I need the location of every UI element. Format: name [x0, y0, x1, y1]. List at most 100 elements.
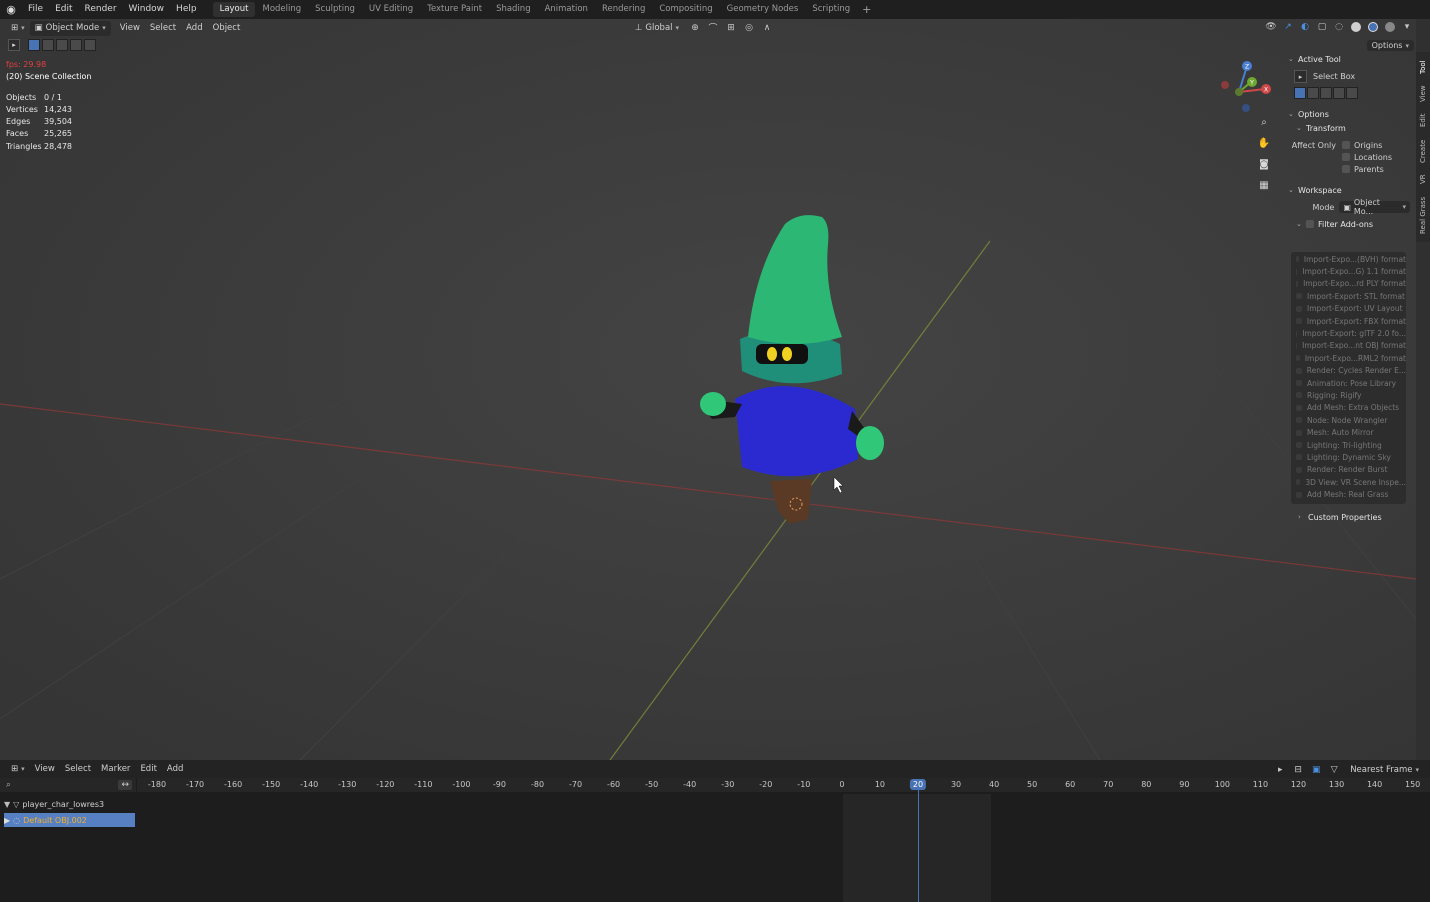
editor-type-button[interactable]: ⊞ ▾	[6, 21, 30, 36]
tab-real-grass[interactable]: Real Grass	[1416, 192, 1430, 238]
tab-sculpting[interactable]: Sculpting	[308, 2, 362, 17]
add-workspace-button[interactable]: +	[857, 3, 876, 16]
3d-viewport[interactable]: ⊞ ▾ ▣ Object Mode ▾ View Select Add Objec…	[0, 19, 1416, 760]
material-shading-icon[interactable]	[1366, 20, 1380, 34]
xray-icon[interactable]: ▢	[1315, 20, 1329, 34]
tool-mode-subtract-icon[interactable]	[1320, 87, 1332, 99]
menu-window[interactable]: Window	[123, 0, 171, 19]
shading-options-icon[interactable]: ▾	[1400, 20, 1414, 34]
addon-item[interactable]: Import-Export: STL format	[1291, 290, 1406, 302]
viewport-menu-add[interactable]: Add	[181, 21, 207, 36]
viewport-menu-object[interactable]: Object	[208, 21, 246, 36]
active-tool-row[interactable]: ▸ Select Box	[1288, 69, 1410, 84]
parents-checkbox[interactable]	[1342, 165, 1350, 173]
menu-render[interactable]: Render	[79, 0, 123, 19]
origins-checkbox[interactable]	[1342, 141, 1350, 149]
tab-uv-editing[interactable]: UV Editing	[362, 2, 420, 17]
tab-texture-paint[interactable]: Texture Paint	[420, 2, 489, 17]
addon-item[interactable]: Import-Export: glTF 2.0 fo...	[1291, 327, 1406, 339]
addon-item[interactable]: Import-Export: UV Layout	[1291, 303, 1406, 315]
tool-mode-invert-icon[interactable]	[1333, 87, 1345, 99]
zoom-icon[interactable]: ⌕	[1256, 115, 1272, 130]
wireframe-shading-icon[interactable]: ◌	[1332, 20, 1346, 34]
timeline-menu-view[interactable]: View	[30, 762, 60, 777]
snap-icon[interactable]: ⌒	[706, 21, 720, 35]
timeline-menu-edit[interactable]: Edit	[135, 762, 161, 777]
search-input[interactable]	[11, 779, 118, 791]
cursor-tool-icon[interactable]: ▸	[1273, 763, 1287, 777]
filter-funnel-icon[interactable]: ▽	[1327, 763, 1341, 777]
viewport-menu-view[interactable]: View	[115, 21, 145, 36]
tool-mode-extend-icon[interactable]	[1307, 87, 1319, 99]
keyframe-filter-icon[interactable]: ⊟	[1291, 763, 1305, 777]
only-selected-icon[interactable]: ▣	[1309, 763, 1323, 777]
channel-sync-icon[interactable]: ↔	[118, 780, 132, 790]
rendered-shading-icon[interactable]	[1383, 20, 1397, 34]
timeline-menu-select[interactable]: Select	[60, 762, 96, 777]
tab-create[interactable]: Create	[1416, 136, 1430, 166]
options-dropdown[interactable]: Options ▾	[1366, 40, 1414, 51]
addon-item[interactable]: Add Mesh: Extra Objects	[1291, 402, 1406, 414]
tree-item-default-obj[interactable]: ▶ ◌ Default OBJ.002	[4, 813, 135, 827]
menu-help[interactable]: Help	[170, 0, 203, 19]
tab-shading[interactable]: Shading	[489, 2, 538, 17]
addon-item[interactable]: Import-Expo...rd PLY format	[1291, 278, 1406, 290]
timeline-editor-type-button[interactable]: ⊞ ▾	[6, 762, 30, 777]
workspace-header[interactable]: ⌄ Workspace	[1288, 183, 1410, 197]
tab-vr[interactable]: VR	[1416, 170, 1430, 188]
tab-compositing[interactable]: Compositing	[652, 2, 719, 17]
select-intersect-icon[interactable]	[84, 39, 96, 51]
tool-mode-intersect-icon[interactable]	[1346, 87, 1358, 99]
active-tool-header[interactable]: ⌄ Active Tool	[1288, 52, 1410, 66]
select-extend-icon[interactable]	[42, 39, 54, 51]
overlay-toggle-icon[interactable]: ◐	[1298, 20, 1312, 34]
snap-mode-dropdown[interactable]: Nearest Frame ▾	[1345, 762, 1424, 777]
tab-scripting[interactable]: Scripting	[805, 2, 857, 17]
solid-shading-icon[interactable]	[1349, 20, 1363, 34]
visibility-icon[interactable]: 👁	[1264, 20, 1278, 34]
pivot-icon[interactable]: ⊕	[688, 21, 702, 35]
transform-header[interactable]: ⌄ Transform	[1288, 121, 1410, 135]
addon-item[interactable]: Import-Expo...G) 1.1 format	[1291, 265, 1406, 277]
addon-item[interactable]: Render: Cycles Render E...	[1291, 365, 1406, 377]
tab-modeling[interactable]: Modeling	[255, 2, 308, 17]
filter-addons-checkbox[interactable]	[1306, 220, 1314, 228]
timeline-menu-add[interactable]: Add	[162, 762, 188, 777]
addon-item[interactable]: Import-Export: FBX format	[1291, 315, 1406, 327]
addon-item[interactable]: Animation: Pose Library	[1291, 377, 1406, 389]
select-subtract-icon[interactable]	[56, 39, 68, 51]
expand-arrow-icon[interactable]: ▶	[4, 816, 10, 825]
neg-y-handle[interactable]	[1235, 88, 1243, 96]
options-header[interactable]: ⌄ Options	[1288, 107, 1410, 121]
navigation-gizmo[interactable]: Z X Y	[1215, 58, 1275, 118]
addon-item[interactable]: Mesh: Auto Mirror	[1291, 426, 1406, 438]
addon-item[interactable]: Node: Node Wrangler	[1291, 414, 1406, 426]
pan-hand-icon[interactable]: ✋	[1256, 136, 1272, 151]
addon-item[interactable]: 3D View: VR Scene Inspe...	[1291, 476, 1406, 488]
tool-mode-new-icon[interactable]	[1294, 87, 1306, 99]
blender-logo-icon[interactable]: ◉	[0, 0, 22, 19]
custom-properties-header[interactable]: › Custom Properties	[1298, 510, 1382, 524]
frame-ruler[interactable]: -180 -170 -160 -150 -140 -130 -120 -110 -100 -90-…	[137, 778, 1430, 792]
neg-z-handle[interactable]	[1242, 104, 1250, 112]
playhead-line[interactable]	[918, 790, 919, 902]
tab-view[interactable]: View	[1416, 82, 1430, 106]
expand-arrow-icon[interactable]: ▼	[4, 800, 10, 809]
mode-dropdown[interactable]: ▣ Object Mode ▾	[29, 20, 111, 36]
locations-checkbox[interactable]	[1342, 153, 1350, 161]
addon-item[interactable]: Add Mesh: Real Grass	[1291, 488, 1406, 500]
addon-item[interactable]: Rigging: Rigify	[1291, 389, 1406, 401]
tree-item-player-char[interactable]: ▼ ▽ player_char_lowres3	[4, 797, 135, 811]
workspace-mode-dropdown[interactable]: ▣ Object Mo... ▾	[1339, 198, 1410, 216]
current-frame-indicator[interactable]: 20	[909, 779, 927, 790]
select-tool-icon[interactable]: ▸	[8, 39, 20, 51]
camera-view-icon[interactable]: ◙	[1256, 157, 1272, 172]
proportional-edit-icon[interactable]: ◎	[742, 21, 756, 35]
addon-item[interactable]: Import-Expo...nt OBJ format	[1291, 340, 1406, 352]
tab-rendering[interactable]: Rendering	[595, 2, 652, 17]
falloff-icon[interactable]: ∧	[760, 21, 774, 35]
select-invert-icon[interactable]	[70, 39, 82, 51]
perspective-grid-icon[interactable]: ▦	[1256, 178, 1272, 193]
gizmo-toggle-icon[interactable]: ↗	[1281, 20, 1295, 34]
addon-item[interactable]: Import-Expo...(BVH) format	[1291, 253, 1406, 265]
